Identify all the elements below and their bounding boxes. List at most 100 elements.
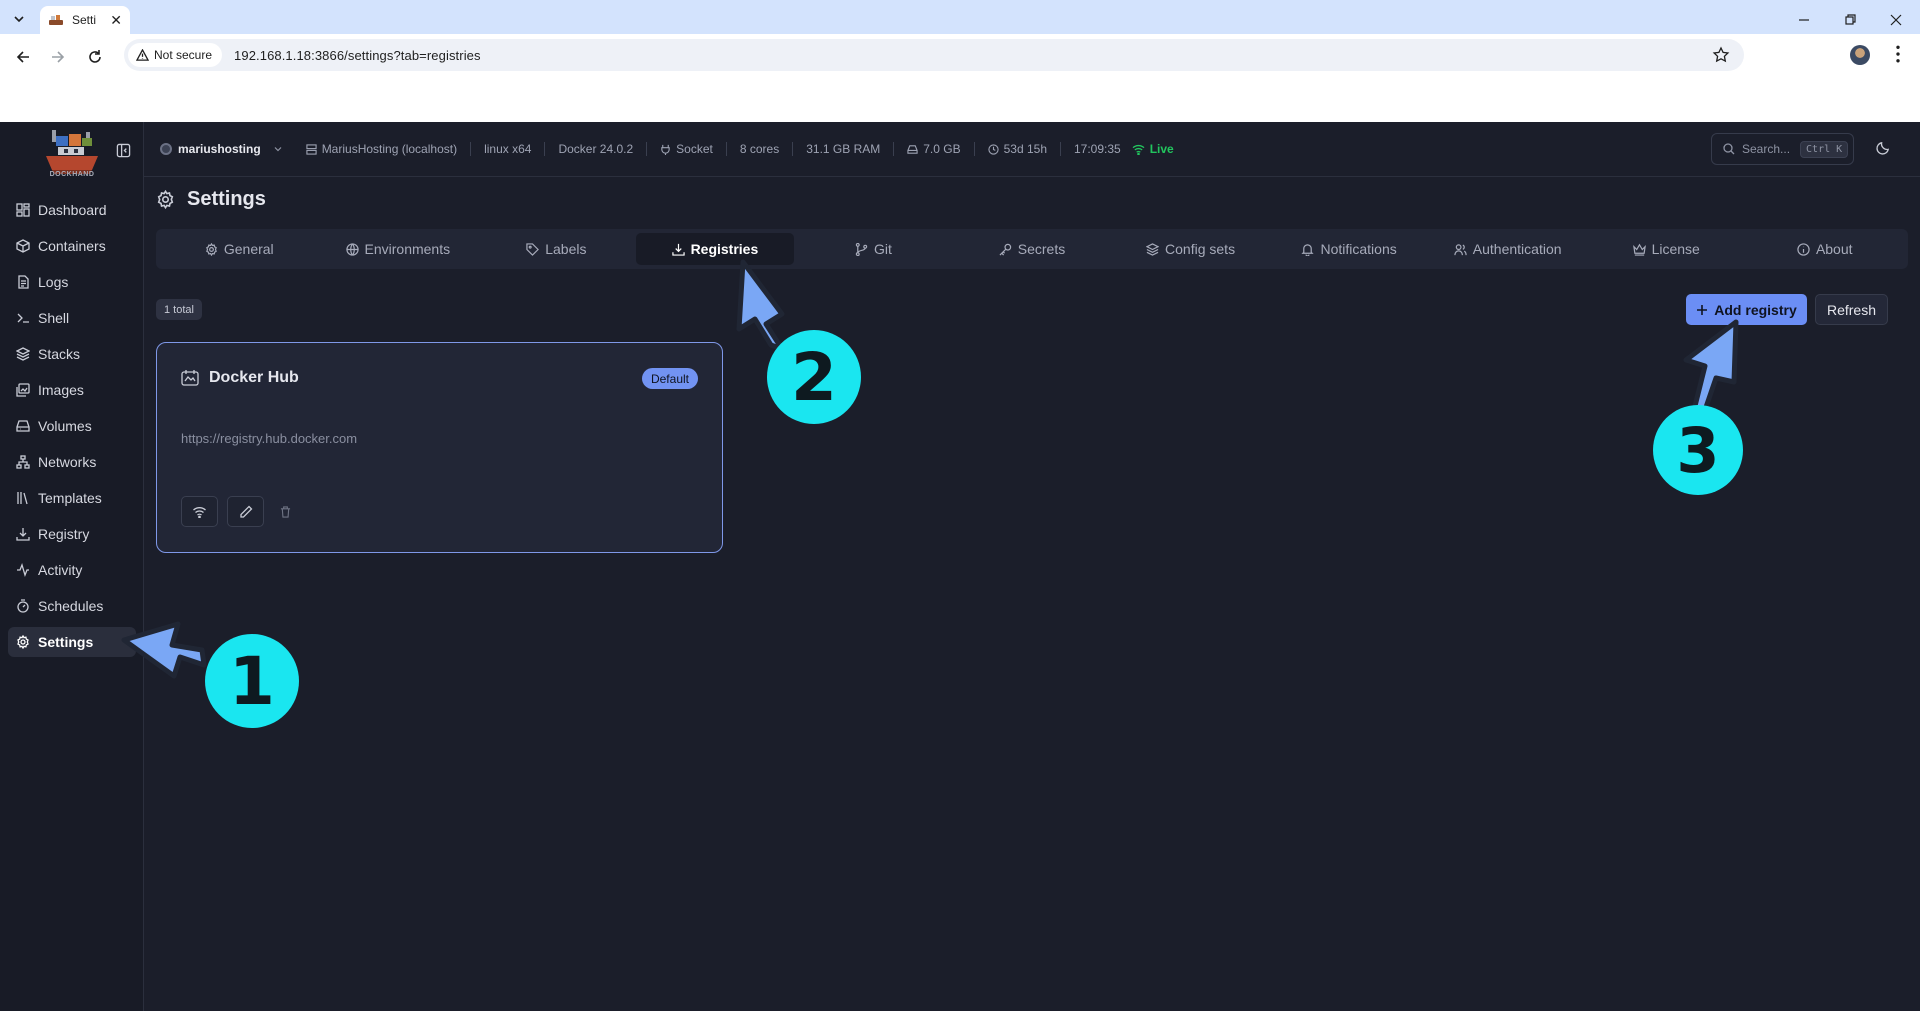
- tab-registries[interactable]: Registries: [635, 233, 795, 265]
- gear-icon: [205, 242, 217, 256]
- sidebar-nav: Dashboard Containers Logs Shell Stacks I…: [8, 195, 136, 663]
- tab-close-icon[interactable]: ✕: [110, 12, 122, 29]
- logo-text: DOCKHAND: [49, 171, 95, 178]
- tab-label: Notifications: [1320, 241, 1397, 257]
- search-input[interactable]: Search... Ctrl K: [1711, 133, 1854, 165]
- time-label: 17:09:35: [1074, 142, 1121, 156]
- tab-search-chevron-icon[interactable]: [7, 8, 31, 30]
- registry-card[interactable]: Docker Hub Default https://registry.hub.…: [156, 342, 723, 553]
- total-count-badge: 1 total: [156, 299, 202, 320]
- browser-toolbar: Not secure 192.168.1.18:3866/settings?ta…: [0, 34, 1920, 122]
- drive-icon: [907, 144, 918, 154]
- browser-tab[interactable]: Setti ✕: [40, 6, 130, 34]
- platform-stat: linux x64: [470, 142, 544, 156]
- bookmark-star-icon[interactable]: [1712, 46, 1730, 64]
- library-icon: [17, 492, 28, 505]
- search-placeholder: Search...: [1742, 142, 1791, 156]
- tab-label: License: [1651, 241, 1700, 257]
- docker-version-stat: Docker 24.0.2: [544, 142, 646, 156]
- tab-secrets[interactable]: Secrets: [953, 233, 1112, 265]
- timer-icon: [17, 599, 29, 613]
- wifi-icon: [1132, 144, 1145, 155]
- box-icon: [16, 239, 30, 253]
- sidebar-item-logs[interactable]: Logs: [8, 267, 136, 297]
- sidebar-item-shell[interactable]: Shell: [8, 303, 136, 333]
- sidebar-collapse-icon[interactable]: [116, 143, 131, 158]
- tab-license[interactable]: License: [1587, 233, 1746, 265]
- restore-icon[interactable]: [1838, 8, 1862, 32]
- connection-stat: Socket: [646, 142, 726, 156]
- tab-environments[interactable]: Environments: [319, 233, 478, 265]
- edit-registry-button[interactable]: [227, 496, 264, 527]
- app-sidebar: DOCKHAND Dashboard Containers Logs Shell…: [0, 122, 144, 1011]
- tab-config-sets[interactable]: Config sets: [1111, 233, 1270, 265]
- refresh-button[interactable]: Refresh: [1815, 294, 1888, 325]
- sidebar-item-images[interactable]: Images: [8, 375, 136, 405]
- tab-label: About: [1815, 241, 1853, 257]
- not-secure-label: Not secure: [154, 48, 213, 62]
- sidebar-item-registry[interactable]: Registry: [8, 519, 136, 549]
- server-icon: [306, 143, 317, 155]
- reload-icon[interactable]: [84, 46, 106, 68]
- disk-label: 7.0 GB: [923, 142, 961, 156]
- images-icon: [16, 383, 30, 397]
- back-arrow-icon[interactable]: [12, 46, 34, 68]
- clock-icon: [987, 143, 999, 155]
- close-window-icon[interactable]: [1884, 8, 1908, 32]
- pencil-icon: [239, 505, 252, 518]
- tab-labels[interactable]: Labels: [477, 233, 636, 265]
- connection-label: Socket: [676, 142, 713, 156]
- sidebar-item-networks[interactable]: Networks: [8, 447, 136, 477]
- add-registry-button[interactable]: Add registry: [1686, 294, 1807, 325]
- sidebar-item-settings[interactable]: Settings: [8, 627, 136, 657]
- uptime-label: 53d 15h: [1003, 142, 1047, 156]
- not-secure-chip[interactable]: Not secure: [128, 43, 223, 67]
- dashboard-icon: [16, 203, 30, 217]
- sidebar-item-volumes[interactable]: Volumes: [8, 411, 136, 441]
- url-text: 192.168.1.18:3866/settings?tab=registrie…: [234, 47, 481, 63]
- warning-icon: [136, 48, 149, 61]
- dockhand-favicon-icon: [48, 12, 64, 28]
- users-icon: [1454, 243, 1467, 255]
- environment-selector[interactable]: mariushosting: [160, 142, 283, 156]
- profile-avatar[interactable]: [1850, 45, 1870, 65]
- minimize-icon[interactable]: [1792, 8, 1816, 32]
- sidebar-item-activity[interactable]: Activity: [8, 555, 136, 585]
- sidebar-item-label: Containers: [38, 238, 106, 254]
- tab-label: Config sets: [1165, 241, 1236, 257]
- key-icon: [999, 243, 1011, 255]
- activity-icon: [17, 563, 29, 577]
- sidebar-item-templates[interactable]: Templates: [8, 483, 136, 513]
- sidebar-item-label: Stacks: [38, 346, 81, 362]
- tab-authentication[interactable]: Authentication: [1428, 233, 1587, 265]
- time-stat: 17:09:35 Live: [1060, 142, 1187, 156]
- gear-icon: [157, 190, 174, 209]
- sidebar-item-containers[interactable]: Containers: [8, 231, 136, 261]
- tag-icon: [526, 242, 540, 256]
- page-title: Settings: [187, 188, 266, 210]
- theme-toggle-moon-icon[interactable]: [1876, 140, 1891, 155]
- terminal-icon: [17, 313, 29, 323]
- sidebar-item-schedules[interactable]: Schedules: [8, 591, 136, 621]
- address-bar[interactable]: Not secure 192.168.1.18:3866/settings?ta…: [124, 39, 1744, 71]
- sidebar-item-label: Activity: [38, 562, 83, 578]
- sidebar-item-dashboard[interactable]: Dashboard: [8, 195, 136, 225]
- forward-arrow-icon[interactable]: [47, 46, 69, 68]
- environment-name: mariushosting: [178, 142, 261, 156]
- tab-git[interactable]: Git: [794, 233, 953, 265]
- tab-notifications[interactable]: Notifications: [1270, 233, 1429, 265]
- delete-registry-button[interactable]: [273, 496, 297, 527]
- sidebar-item-label: Images: [38, 382, 84, 398]
- tab-about[interactable]: About: [1745, 233, 1904, 265]
- browser-menu-icon[interactable]: [1890, 45, 1906, 63]
- registry-name: Docker Hub: [209, 369, 299, 386]
- tab-general[interactable]: General: [160, 233, 319, 265]
- tab-label: General: [223, 241, 274, 257]
- registry-actions: [181, 496, 297, 527]
- crown-icon: [1632, 243, 1646, 256]
- test-connection-button[interactable]: [181, 496, 218, 527]
- download-icon: [671, 243, 685, 256]
- sidebar-item-stacks[interactable]: Stacks: [8, 339, 136, 369]
- wifi-icon: [193, 506, 206, 518]
- sidebar-item-label: Templates: [38, 490, 102, 506]
